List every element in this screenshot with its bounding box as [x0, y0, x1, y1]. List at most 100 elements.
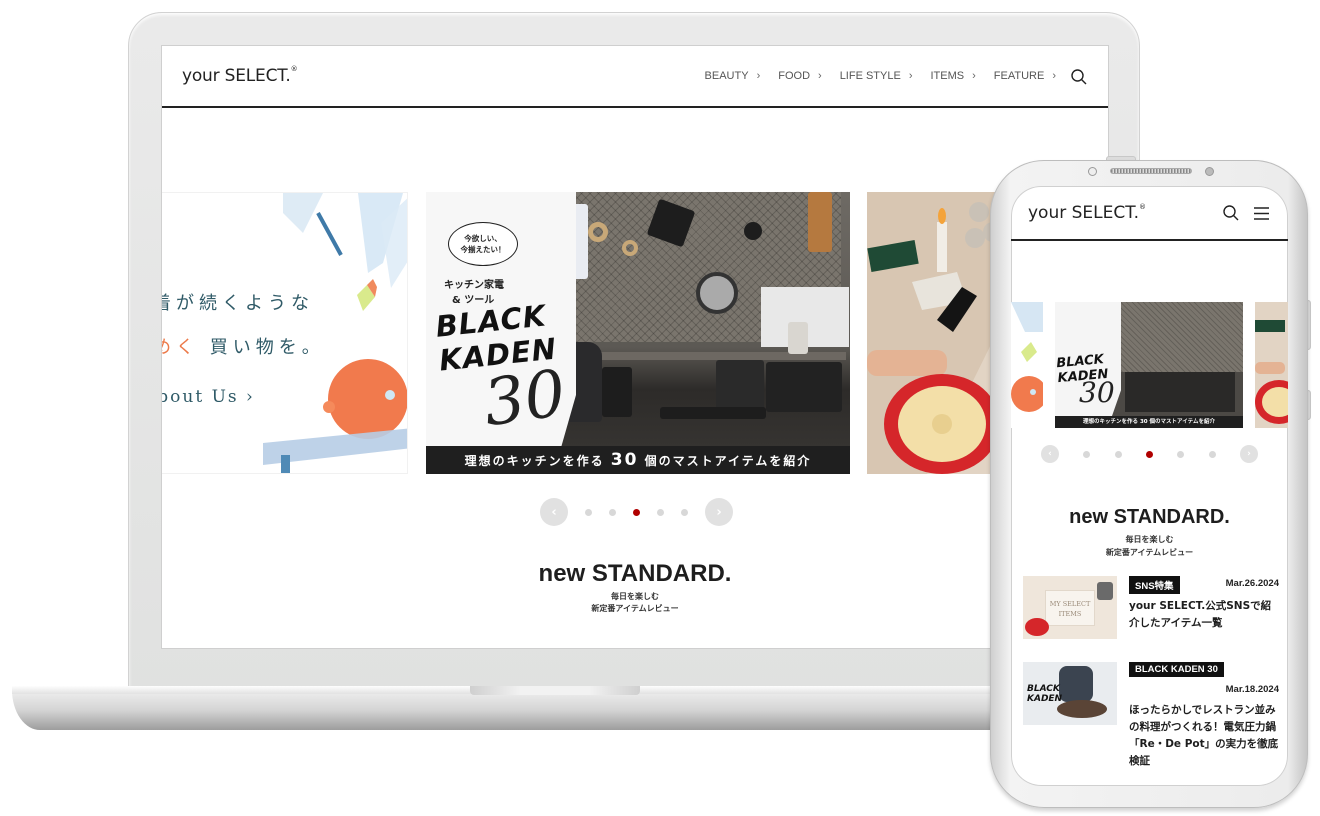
carousel-dot-active[interactable]: [633, 508, 640, 516]
kaden-number: 30: [479, 356, 571, 442]
watercolor-illustration: [1011, 302, 1043, 412]
carousel-next-button[interactable]: ›: [705, 498, 733, 526]
logo-text: your SELECT.: [1028, 203, 1140, 223]
chevron-right-icon: ›: [972, 70, 976, 82]
phone-sensor: [1205, 167, 1214, 176]
bubble-line: 今欲しい、: [464, 234, 502, 243]
carousel-dot[interactable]: [657, 508, 664, 516]
bubble-line: 今揃えたい！: [460, 245, 506, 254]
nav-label: FOOD: [778, 70, 811, 82]
article-title[interactable]: ほったらかしでレストラン並みの料理がつくれる！電気圧力鍋「Re・De Pot」の…: [1129, 702, 1279, 770]
article-thumbnail: BLACK KADEN: [1023, 662, 1117, 725]
frying-pan: [696, 272, 738, 314]
about-tagline-rest: 買い物を。: [199, 337, 325, 358]
kaden-number: 30: [1079, 376, 1115, 409]
section-subtitle-1: 毎日を楽しむ: [1125, 535, 1174, 544]
carousel-dot[interactable]: [1114, 450, 1122, 458]
trivet: [622, 240, 638, 256]
site-logo[interactable]: your SELECT.®: [1028, 203, 1146, 223]
article-title[interactable]: your SELECT.公式SNSで紹介したアイテム一覧: [1129, 598, 1279, 632]
carousel-pagination: [585, 508, 688, 516]
appliance: [716, 360, 764, 410]
nav-item-feature[interactable]: FEATURE ›: [994, 70, 1056, 82]
thumb-label: BLACK KADEN: [1027, 684, 1062, 704]
logo-text: your SELECT.: [182, 66, 291, 86]
thumb-text: KADEN: [1027, 694, 1063, 704]
chevron-right-icon: ›: [818, 70, 822, 82]
section-subtitle-2: 新定番アイテムレビュー: [591, 604, 679, 613]
about-tagline-1: 着が続くような: [162, 293, 314, 314]
items-collage: [1255, 320, 1288, 424]
carousel-slide-my-select-items[interactable]: [1255, 302, 1288, 428]
carousel-dot[interactable]: [609, 508, 616, 516]
carousel-slide-my-select-items[interactable]: [867, 192, 1007, 474]
phone-camera: [1088, 167, 1097, 176]
carousel-slide-black-kaden[interactable]: BLACK KADEN 30 理想のキッチンを作る 30 個のマストアイテムを紹…: [1055, 302, 1243, 428]
article-item[interactable]: BLACK KADEN BLACK KADEN 30 Mar.18.2024 ほ…: [1023, 662, 1279, 772]
low-table: [660, 407, 766, 419]
carousel-dot[interactable]: [1177, 450, 1185, 458]
mobile-carousel-controls: ‹ ›: [1041, 445, 1258, 463]
article-category-tag[interactable]: BLACK KADEN 30: [1129, 662, 1224, 677]
hero-carousel: 着が続くような めく 買い物を。 About Us ›: [162, 192, 1108, 474]
carousel-prev-button[interactable]: ‹: [540, 498, 568, 526]
search-icon[interactable]: [1070, 68, 1088, 86]
thumb-deco: [1097, 582, 1113, 600]
kaden-caption: 理想のキッチンを作る 30 個のマストアイテムを紹介: [426, 446, 850, 474]
new-standard-section: new STANDARD. 毎日を楽しむ 新定番アイテムレビュー: [1011, 506, 1288, 559]
nav-item-food[interactable]: FOOD ›: [778, 70, 821, 82]
phone-speaker: [1110, 168, 1192, 174]
carousel-dot[interactable]: [1208, 450, 1216, 458]
items-collage: [867, 192, 1007, 474]
appliance: [602, 367, 632, 417]
thumb-label: MY SELECT ITEMS: [1045, 590, 1095, 626]
thumb-pressure-cooker: [1059, 666, 1093, 702]
carousel-slide-about[interactable]: 着が続くような めく 買い物を。 About Us ›: [162, 192, 408, 474]
thumb-dish: [1057, 700, 1107, 718]
carousel-controls: ‹ ›: [540, 498, 733, 526]
nav-item-items[interactable]: ITEMS ›: [931, 70, 976, 82]
phone-screen: your SELECT.® BLACK KADEN 30 理想のキッチンを作る …: [1011, 186, 1288, 786]
hamburger-menu-icon[interactable]: [1254, 207, 1269, 220]
nav-label: BEAUTY: [704, 70, 749, 82]
about-us-link[interactable]: About Us ›: [162, 387, 255, 407]
toaster-oven: [766, 362, 842, 412]
search-icon[interactable]: [1222, 204, 1240, 222]
about-tagline-2: めく 買い物を。: [162, 333, 325, 359]
carousel-dot-active[interactable]: [1145, 450, 1153, 458]
chevron-right-icon: ›: [756, 70, 761, 82]
speech-bubble: 今欲しい、 今揃えたい！: [448, 222, 518, 266]
carousel-slide-black-kaden[interactable]: 今欲しい、 今揃えたい！ キッチン家電 & ツール BLACK KADEN 30…: [426, 192, 850, 474]
chevron-right-icon: ›: [1052, 70, 1056, 82]
logo-registered-mark: ®: [290, 65, 298, 73]
carousel-slide-about[interactable]: [1011, 302, 1043, 428]
carousel-dot[interactable]: [681, 508, 688, 516]
pegboard: [1105, 302, 1243, 372]
nav-label: FEATURE: [993, 70, 1045, 82]
thumb-deco: [1025, 618, 1049, 636]
article-item[interactable]: MY SELECT ITEMS SNS特集 Mar.26.2024 your S…: [1023, 576, 1279, 642]
carousel-prev-button[interactable]: ‹: [1041, 445, 1059, 463]
caption-post: 個のマストアイテムを紹介: [638, 454, 812, 468]
article-thumbnail: MY SELECT ITEMS: [1023, 576, 1117, 639]
new-standard-section: new STANDARD. 毎日を楽しむ 新定番アイテムレビュー: [162, 560, 1108, 615]
article-date: Mar.26.2024: [1225, 578, 1279, 589]
section-subtitle-1: 毎日を楽しむ: [611, 592, 659, 601]
trivet: [588, 222, 608, 242]
carousel-next-button[interactable]: ›: [1239, 445, 1258, 463]
thumb-text: BLACK: [1027, 684, 1060, 694]
laptop-trackpad-notch: [470, 686, 640, 695]
caption-pre: 理想のキッチンを作る: [464, 454, 611, 468]
carousel-dot[interactable]: [1083, 450, 1091, 458]
nav-item-beauty[interactable]: BEAUTY ›: [705, 70, 761, 82]
chevron-right-icon: ›: [908, 70, 913, 82]
site-logo[interactable]: your SELECT.®: [182, 65, 298, 86]
caption-number: 30: [610, 450, 639, 470]
vase: [788, 322, 808, 354]
article-category-tag[interactable]: SNS特集: [1129, 576, 1180, 594]
carousel-dot[interactable]: [585, 508, 592, 516]
article-date: Mar.18.2024: [1225, 684, 1279, 695]
mobile-hero-carousel: BLACK KADEN 30 理想のキッチンを作る 30 個のマストアイテムを紹…: [1011, 302, 1288, 428]
nav-item-life-style[interactable]: LIFE STYLE ›: [840, 70, 913, 82]
mobile-site-header: your SELECT.®: [1011, 186, 1288, 241]
